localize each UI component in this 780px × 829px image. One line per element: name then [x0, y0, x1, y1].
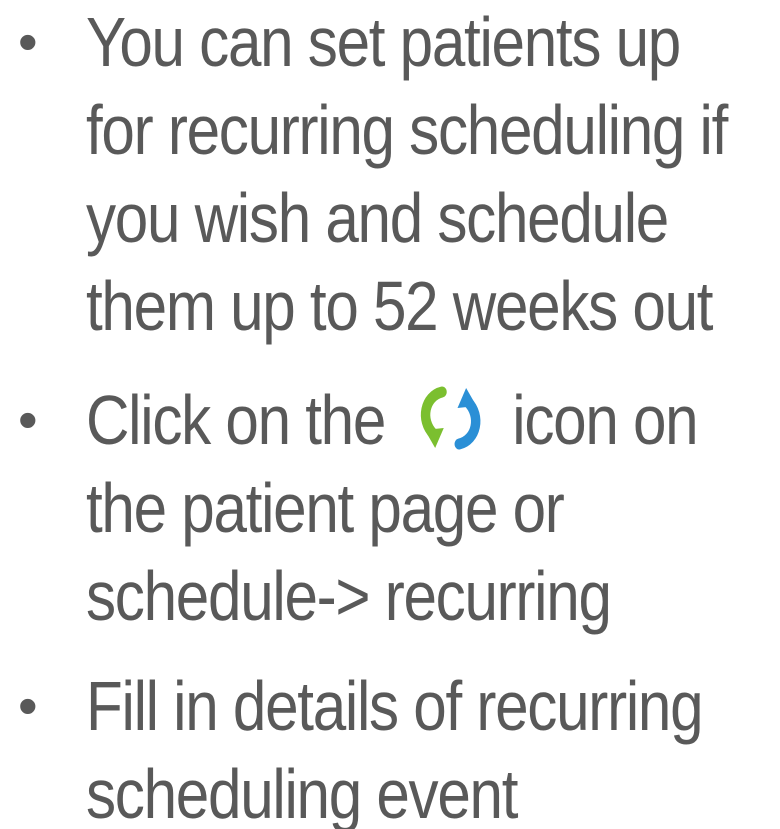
bullet-dot: • [18, 674, 38, 737]
bullet-text-line: schedule-> recurring [86, 557, 612, 635]
bullet-dot: • [18, 388, 38, 451]
bullet-text-line: You can set patients up [86, 3, 681, 81]
slide: • You can set patients up for recurring … [0, 0, 780, 829]
bullet-text-line: for recurring scheduling if [86, 91, 728, 169]
bullet-text-line-with-icon: Click on the icon on [86, 374, 699, 466]
bullet-text-line: Fill in details of recurring [86, 667, 704, 745]
bullet-text-line: you wish and schedule [86, 179, 669, 257]
bullet-text-line: scheduling event [86, 755, 518, 829]
bullet-text-before-icon: Click on the [86, 381, 386, 459]
recurring-icon [420, 386, 481, 450]
bullet-text-after-icon: icon on [512, 381, 698, 459]
bullet-text-line: the patient page or [86, 469, 565, 547]
bullet-dot: • [18, 10, 38, 73]
bullet-text-line: them up to 52 weeks out [86, 267, 714, 345]
